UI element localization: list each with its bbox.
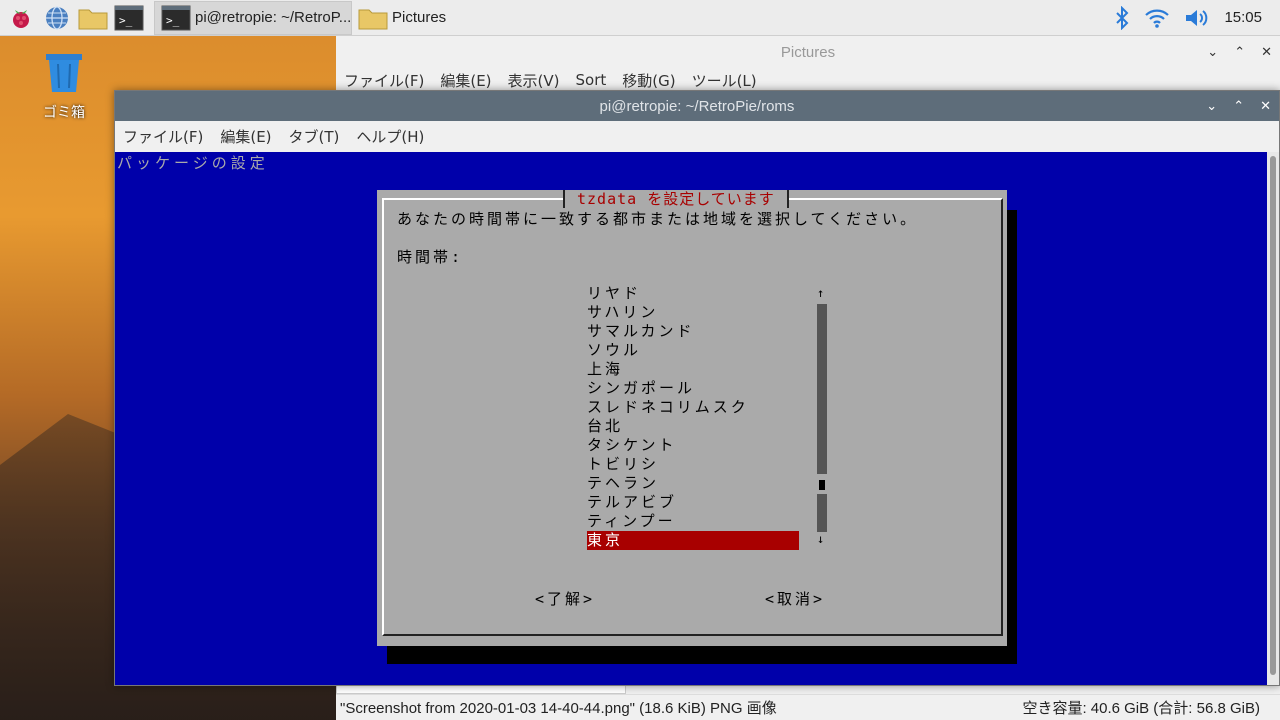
status-bar: "Screenshot from 2020-01-03 14-40-44.png… [336, 694, 1280, 720]
scrollbar-thumb[interactable] [819, 480, 825, 490]
file-manager-icon[interactable] [78, 3, 108, 33]
dialog-title: tzdata を設定しています [563, 190, 789, 208]
timezone-option[interactable]: テヘラン [587, 474, 799, 493]
minimize-icon[interactable]: ⌄ [1207, 44, 1218, 60]
folder-icon [358, 9, 388, 29]
scroll-up-arrow[interactable]: ↑ [817, 286, 824, 300]
menu-file[interactable]: ファイル(F) [123, 126, 203, 147]
terminal-body[interactable]: パッケージの設定 tzdata を設定しています あなたの時間帯に一致する都市ま… [115, 152, 1267, 685]
terminal-icon[interactable]: >_ [114, 3, 144, 33]
taskbar: >_ >_ pi@retropie: ~/RetroP... Pictures … [0, 0, 1280, 36]
desktop-trash[interactable]: ゴミ箱 [36, 50, 92, 122]
taskbar-task-label: Pictures [392, 9, 447, 26]
timezone-list: リヤド サハリン サマルカンド ソウル 上海 シンガポール スレドネコリムスク 台北 タシケント… [587, 284, 799, 550]
window-titlebar[interactable]: Pictures ⌄ ⌃ ✕ [336, 36, 1280, 68]
menu-go[interactable]: 移動(G) [622, 70, 675, 91]
web-browser-icon[interactable] [42, 3, 72, 33]
terminal-icon: >_ [161, 5, 191, 30]
menu-bar: ファイル(F) 編集(E) タブ(T) ヘルプ(H) [115, 121, 1279, 152]
menu-edit[interactable]: 編集(E) [220, 126, 271, 147]
terminal-scrollbar[interactable] [1267, 152, 1279, 685]
timezone-option[interactable]: 東京 [587, 531, 799, 550]
close-icon[interactable]: ✕ [1260, 98, 1271, 114]
timezone-option[interactable]: スレドネコリムスク [587, 398, 799, 417]
terminal-window: pi@retropie: ~/RetroPie/roms ⌄ ⌃ ✕ ファイル(… [114, 90, 1280, 686]
trash-icon [46, 54, 82, 92]
window-controls: ⌄ ⌃ ✕ [1206, 91, 1271, 121]
bluetooth-icon[interactable] [1114, 5, 1130, 30]
window-title: Pictures [780, 43, 836, 61]
timezone-option[interactable]: テルアビブ [587, 493, 799, 512]
window-title: pi@retropie: ~/RetroPie/roms [599, 97, 795, 115]
timezone-option[interactable]: ティンプー [587, 512, 799, 531]
package-config-header: パッケージの設定 [117, 154, 269, 172]
scrollbar-track [817, 494, 827, 532]
cancel-button[interactable]: <取消> [765, 588, 825, 609]
window-controls: ⌄ ⌃ ✕ [1207, 36, 1272, 68]
taskbar-task-label: pi@retropie: ~/RetroP... [195, 9, 352, 26]
maximize-icon[interactable]: ⌃ [1234, 44, 1245, 60]
taskbar-task-pictures[interactable]: Pictures [352, 1, 550, 35]
taskbar-task-terminal[interactable]: >_ pi@retropie: ~/RetroP... [154, 0, 352, 35]
status-free-space: 空き容量: 40.6 GiB (合計: 56.8 GiB) [1022, 700, 1260, 717]
status-selected-file: "Screenshot from 2020-01-03 14-40-44.png… [340, 700, 777, 717]
volume-icon[interactable] [1184, 7, 1210, 29]
timezone-option[interactable]: サハリン [587, 303, 799, 322]
timezone-option[interactable]: タシケント [587, 436, 799, 455]
scrollbar-thumb[interactable] [1270, 156, 1276, 675]
system-tray: 15:05 [1114, 5, 1280, 30]
timezone-option[interactable]: ソウル [587, 341, 799, 360]
timezone-option[interactable]: リヤド [587, 284, 799, 303]
svg-text:>_: >_ [166, 14, 180, 27]
timezone-option[interactable]: シンガポール [587, 379, 799, 398]
dialog-prompt: あなたの時間帯に一致する都市または地域を選択してください。 [397, 210, 919, 228]
timezone-option[interactable]: トビリシ [587, 455, 799, 474]
ok-button[interactable]: <了解> [535, 588, 595, 609]
trash-label: ゴミ箱 [43, 105, 85, 121]
menu-edit[interactable]: 編集(E) [440, 70, 491, 91]
raspberry-menu-icon[interactable] [6, 3, 36, 33]
menu-sort[interactable]: Sort [576, 71, 607, 89]
wifi-icon[interactable] [1144, 7, 1170, 29]
timezone-label: 時間帯: [397, 248, 464, 266]
menu-tabs[interactable]: タブ(T) [289, 126, 340, 147]
scrollbar-track [817, 304, 827, 474]
menu-bar: ファイル(F) 編集(E) 表示(V) Sort 移動(G) ツール(L) [336, 68, 1280, 92]
window-titlebar[interactable]: pi@retropie: ~/RetroPie/roms ⌄ ⌃ ✕ [115, 91, 1279, 121]
menu-file[interactable]: ファイル(F) [344, 70, 424, 91]
timezone-option[interactable]: 上海 [587, 360, 799, 379]
minimize-icon[interactable]: ⌄ [1206, 98, 1217, 114]
menu-help[interactable]: ヘルプ(H) [356, 126, 424, 147]
scroll-down-arrow[interactable]: ↓ [817, 532, 824, 546]
close-icon[interactable]: ✕ [1261, 44, 1272, 60]
timezone-option[interactable]: 台北 [587, 417, 799, 436]
menu-tools[interactable]: ツール(L) [692, 70, 757, 91]
svg-text:>_: >_ [119, 14, 133, 27]
menu-view[interactable]: 表示(V) [508, 70, 560, 91]
timezone-option[interactable]: サマルカンド [587, 322, 799, 341]
maximize-icon[interactable]: ⌃ [1233, 98, 1244, 114]
clock[interactable]: 15:05 [1224, 9, 1262, 26]
tzdata-dialog: tzdata を設定しています あなたの時間帯に一致する都市または地域を選択して… [377, 190, 1007, 646]
